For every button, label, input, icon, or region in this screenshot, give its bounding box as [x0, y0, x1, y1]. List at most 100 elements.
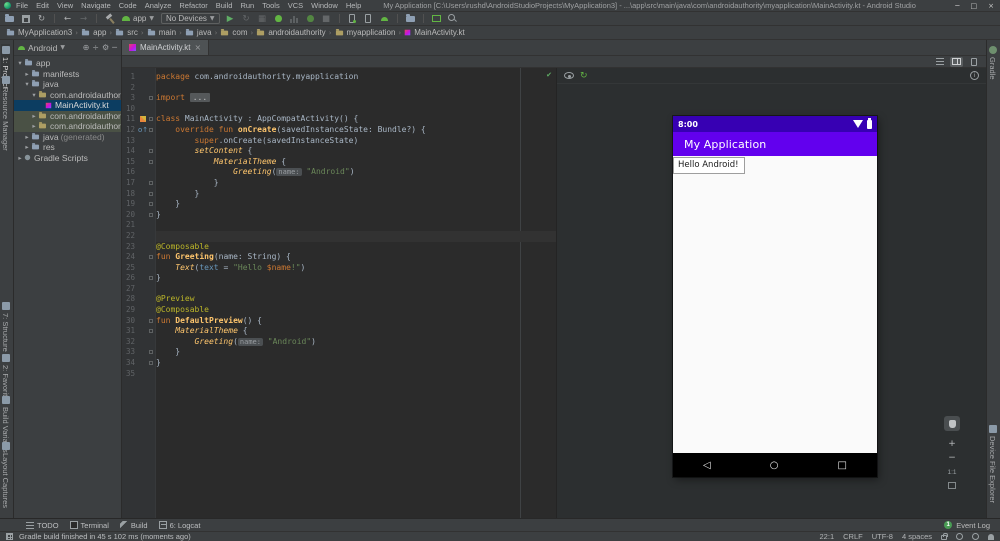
encoding[interactable]: UTF-8	[872, 532, 893, 541]
breadcrumb-item-java[interactable]: java	[185, 28, 212, 37]
line-ending[interactable]: CRLF	[843, 532, 863, 541]
debug-icon[interactable]	[273, 13, 284, 24]
notifications-icon[interactable]	[988, 534, 994, 540]
tool-strip-resource-manager[interactable]: Resource Manager	[1, 74, 10, 153]
code-line-23[interactable]: 23@Composable	[122, 242, 556, 253]
back-icon[interactable]: ←	[62, 13, 73, 24]
feedback-smiley-icon[interactable]	[972, 533, 979, 540]
tool-strip-gradle[interactable]: Gradle	[988, 44, 997, 82]
code-line-34[interactable]: 34}	[122, 358, 556, 369]
tree-item-manifests[interactable]: ▸manifests	[14, 69, 121, 80]
nav-recents-icon[interactable]: □	[838, 460, 847, 471]
zoom-out-icon[interactable]: −	[948, 454, 956, 463]
pan-hand-icon[interactable]	[944, 416, 960, 431]
breadcrumb-item-src[interactable]: src	[115, 28, 138, 37]
expand-arrow-icon[interactable]: ▸	[23, 143, 31, 151]
inspect-eye-icon[interactable]	[564, 72, 574, 79]
sync-icon[interactable]: ↻	[36, 13, 47, 24]
fold-marker-icon[interactable]	[149, 276, 153, 280]
sdk-manager-icon[interactable]	[379, 13, 390, 24]
code-line-24[interactable]: 24fun Greeting(name: String) {	[122, 252, 556, 263]
nav-back-icon[interactable]: ◁	[703, 460, 711, 471]
tree-item-gradle-scripts[interactable]: ▸Gradle Scripts	[14, 153, 121, 164]
tab-close-icon[interactable]: ×	[195, 43, 202, 52]
open-file-icon[interactable]	[4, 13, 15, 24]
menu-build[interactable]: Build	[216, 1, 233, 10]
breadcrumb-item-com[interactable]: com	[220, 28, 247, 37]
code-line-1[interactable]: 1package com.androidauthority.myapplicat…	[122, 72, 556, 83]
menu-refactor[interactable]: Refactor	[179, 1, 207, 10]
code-line-16[interactable]: 16 Greeting(name: "Android")	[122, 167, 556, 178]
code-line-30[interactable]: 30fun DefaultPreview() {	[122, 316, 556, 327]
code-line-2[interactable]: 2	[122, 83, 556, 94]
project-view-selector[interactable]: Android	[28, 43, 57, 53]
stop-icon[interactable]: ■	[321, 13, 332, 24]
tree-item-com-androidauthority-my[interactable]: ▸com.androidauthority.my	[14, 111, 121, 122]
breadcrumb-item-myapplication[interactable]: myapplication	[335, 28, 396, 37]
code-line-29[interactable]: 29@Composable	[122, 305, 556, 316]
tool-button-6-logcat[interactable]: 6: Logcat	[159, 521, 201, 530]
expand-arrow-icon[interactable]: ▾	[16, 59, 24, 67]
close-icon[interactable]: ×	[988, 2, 994, 10]
breadcrumb-item-androidauthority[interactable]: androidauthority	[256, 28, 325, 37]
tab-mainactivity[interactable]: MainActivity.kt ×	[122, 40, 209, 55]
fold-marker-icon[interactable]	[149, 96, 153, 100]
device-select[interactable]: No Devices ▼	[161, 13, 220, 24]
fold-marker-icon[interactable]	[149, 181, 153, 185]
forward-icon[interactable]: →	[78, 13, 89, 24]
fold-marker-icon[interactable]	[149, 202, 153, 206]
code-line-33[interactable]: 33 }	[122, 347, 556, 358]
tree-item-com-androidauthority-my[interactable]: ▸com.androidauthority.my	[14, 121, 121, 132]
caret-position[interactable]: 22:1	[820, 532, 835, 541]
locate-file-icon[interactable]: ⊕	[83, 43, 90, 52]
nav-home-icon[interactable]: ○	[770, 460, 779, 471]
code-line-20[interactable]: 20}	[122, 210, 556, 221]
indent-setting[interactable]: 4 spaces	[902, 532, 932, 541]
tree-item-mainactivity-kt[interactable]: MainActivity.kt	[14, 100, 121, 111]
expand-arrow-icon[interactable]: ▸	[16, 154, 24, 162]
fold-marker-icon[interactable]	[149, 160, 153, 164]
code-line-17[interactable]: 17 }	[122, 178, 556, 189]
expand-arrow-icon[interactable]: ▸	[23, 70, 31, 78]
fold-marker-icon[interactable]	[149, 128, 153, 132]
zoom-actual-size[interactable]: 1:1	[947, 468, 956, 477]
breadcrumb-item-main[interactable]: main	[147, 28, 176, 37]
expand-arrow-icon[interactable]: ▾	[23, 80, 31, 88]
design-view-icon[interactable]	[967, 57, 980, 67]
refresh-preview-icon[interactable]: ↻	[580, 71, 588, 81]
event-log-button[interactable]: 1 Event Log	[944, 521, 1000, 530]
code-line-15[interactable]: 15 MaterialTheme {	[122, 157, 556, 168]
code-view-icon[interactable]	[933, 57, 946, 67]
layout-inspector-icon[interactable]	[431, 13, 442, 24]
run-configuration-select[interactable]: app ▼	[120, 13, 156, 24]
collapse-all-icon[interactable]: ÷	[92, 43, 99, 52]
captures-icon[interactable]	[405, 13, 416, 24]
avd-manager-icon[interactable]	[363, 13, 374, 24]
search-everywhere-icon[interactable]	[447, 13, 458, 24]
tool-strip-7-structure[interactable]: 7: Structure	[1, 300, 10, 354]
menu-file[interactable]: File	[16, 1, 28, 10]
menu-tools[interactable]: Tools	[262, 1, 280, 10]
tool-strip-device-file-explorer[interactable]: Device File Explorer	[988, 423, 997, 505]
expand-arrow-icon[interactable]: ▸	[30, 122, 38, 130]
code-line-26[interactable]: 26}	[122, 273, 556, 284]
menu-help[interactable]: Help	[346, 1, 361, 10]
fold-marker-icon[interactable]	[149, 319, 153, 323]
fold-marker-icon[interactable]	[149, 117, 153, 121]
minimize-icon[interactable]: ─	[955, 2, 959, 10]
zoom-in-icon[interactable]: +	[948, 440, 956, 449]
settings-gear-icon[interactable]: ⚙	[102, 43, 109, 52]
code-line-31[interactable]: 31 MaterialTheme {	[122, 326, 556, 337]
tool-button-build[interactable]: Build	[120, 521, 148, 530]
tree-item-com-androidauthority-my[interactable]: ▾com.androidauthority.my	[14, 90, 121, 101]
highlighting-level-icon[interactable]	[956, 533, 963, 540]
menu-view[interactable]: View	[57, 1, 73, 10]
code-line-14[interactable]: 14 setContent {	[122, 146, 556, 157]
save-all-icon[interactable]	[20, 13, 31, 24]
fold-marker-icon[interactable]	[149, 350, 153, 354]
tree-item-java[interactable]: ▸java (generated)	[14, 132, 121, 143]
tool-button-todo[interactable]: TODO	[26, 521, 59, 530]
code-line-13[interactable]: 13 super.onCreate(savedInstanceState)	[122, 136, 556, 147]
menu-vcs[interactable]: VCS	[288, 1, 303, 10]
code-line-35[interactable]: 35	[122, 369, 556, 380]
